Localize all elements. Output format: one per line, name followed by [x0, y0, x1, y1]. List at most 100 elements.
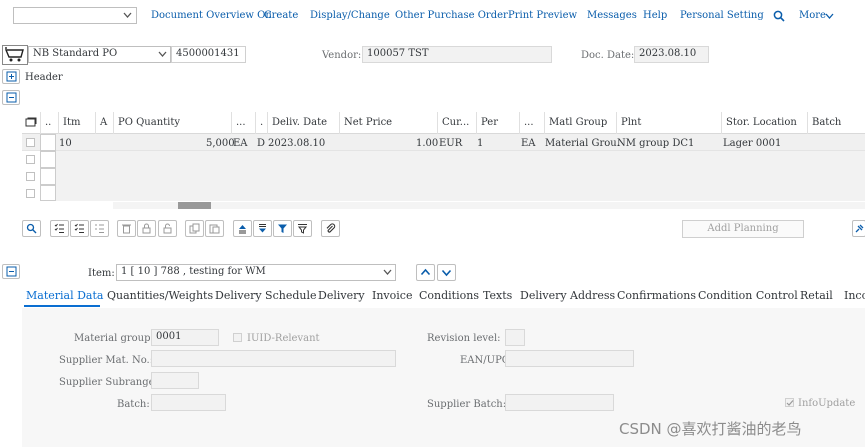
sort-descending-button[interactable] [253, 220, 272, 237]
col-oun[interactable]: ... [519, 112, 544, 134]
item-detail-collapse-button[interactable] [2, 264, 20, 279]
menu-display-change[interactable]: Display/Change [310, 10, 390, 21]
purchase-order-icon[interactable] [2, 45, 28, 65]
copy-button[interactable] [185, 220, 204, 237]
search-icon[interactable] [773, 10, 785, 22]
cell-plant[interactable]: NM group DC1 [617, 138, 694, 149]
menu-create[interactable]: Create [264, 10, 298, 21]
header-label[interactable]: Header [25, 72, 63, 83]
tab-material-data[interactable]: Material Data [26, 289, 103, 302]
vendor-field[interactable]: 100057 TST [362, 46, 552, 63]
row-selector[interactable] [40, 151, 56, 168]
menu-personal-setting[interactable]: Personal Setting [680, 10, 764, 21]
col-batch[interactable]: Batch [807, 112, 865, 134]
addl-planning-label: Addl Planning [707, 223, 779, 234]
items-collapse-button[interactable] [2, 90, 20, 105]
tab-texts[interactable]: Texts [483, 289, 512, 302]
doc-date-value: 2023.08.10 [639, 48, 697, 59]
row-selector[interactable] [40, 134, 56, 151]
row-select-checkbox[interactable] [26, 155, 35, 164]
previous-item-button[interactable] [416, 264, 435, 281]
row-selector[interactable] [40, 185, 56, 201]
tab-confirmations[interactable]: Confirmations [617, 289, 696, 302]
infoupdate-checkbox[interactable] [785, 398, 794, 407]
ean-upc-field[interactable] [505, 350, 634, 367]
menu-more[interactable]: More [799, 10, 826, 21]
tab-retail[interactable]: Retail [800, 289, 833, 302]
col-po-quantity[interactable]: PO Quantity [113, 112, 231, 134]
tab-delivery[interactable]: Delivery [318, 289, 365, 302]
col-plant[interactable]: Plnt [616, 112, 721, 134]
overflow-button[interactable] [852, 220, 865, 237]
menu-dropdown[interactable] [13, 7, 137, 24]
supplier-subrange-field[interactable] [151, 372, 199, 389]
cell-oun[interactable]: EA [521, 138, 536, 149]
sort-ascending-button[interactable] [233, 220, 252, 237]
cell-stor-location[interactable]: Lager 0001 [723, 138, 781, 149]
col-d[interactable]: . [255, 112, 267, 134]
col-itm[interactable]: Itm [58, 112, 95, 134]
col-unit[interactable]: ... [231, 112, 255, 134]
header-expand-button[interactable] [2, 69, 20, 84]
supplier-batch-field[interactable] [505, 394, 614, 411]
select-block-button[interactable] [70, 220, 89, 237]
menu-messages[interactable]: Messages [587, 10, 637, 21]
col-currency[interactable]: Cur... [437, 112, 476, 134]
doc-date-field[interactable]: 2023.08.10 [634, 46, 709, 63]
tab-quantities-weights[interactable]: Quantities/Weights [107, 289, 213, 302]
lock-button[interactable] [137, 220, 156, 237]
next-item-button[interactable] [437, 264, 456, 281]
horizontal-scrollbar[interactable] [113, 202, 865, 209]
revision-level-field[interactable] [505, 329, 525, 346]
select-all-button[interactable] [50, 220, 69, 237]
cell-d[interactable]: D [257, 138, 265, 149]
tab-delivery-schedule[interactable]: Delivery Schedule [215, 289, 317, 302]
cell-net-price[interactable]: 1.00 [416, 138, 438, 149]
batch-field[interactable] [151, 394, 226, 411]
details-button[interactable] [22, 220, 41, 237]
iuid-relevant-checkbox[interactable] [233, 333, 242, 342]
col-deliv-date[interactable]: Deliv. Date [267, 112, 339, 134]
remove-filter-button[interactable] [293, 220, 312, 237]
row-select-checkbox[interactable] [26, 138, 35, 147]
material-group-field[interactable]: 0001 [151, 329, 219, 346]
deselect-all-button[interactable] [90, 220, 109, 237]
grid-settings-icon[interactable] [25, 117, 37, 128]
attachment-button[interactable] [321, 220, 340, 237]
col-a[interactable]: A [95, 112, 113, 134]
col-matl-group[interactable]: Matl Group [544, 112, 616, 134]
cell-currency[interactable]: EUR [439, 138, 462, 149]
cell-unit[interactable]: EA [233, 138, 248, 149]
col-dots[interactable]: .. [40, 112, 58, 134]
row-select-checkbox[interactable] [26, 172, 35, 181]
tab-invoice[interactable]: Invoice [372, 289, 412, 302]
col-per[interactable]: Per [476, 112, 519, 134]
delete-button[interactable] [117, 220, 136, 237]
paste-button[interactable] [205, 220, 224, 237]
cell-qty[interactable]: 5,000 [206, 138, 235, 149]
supplier-mat-no-field[interactable] [151, 350, 396, 367]
addl-planning-button[interactable]: Addl Planning [682, 220, 804, 238]
po-number-field[interactable]: 4500001431 [171, 46, 246, 63]
tab-conditions[interactable]: Conditions [419, 289, 479, 302]
cell-deliv-date[interactable]: 2023.08.10 [268, 138, 325, 149]
filter-button[interactable] [273, 220, 292, 237]
scrollbar-thumb[interactable] [178, 202, 211, 209]
doc-type-select[interactable]: NB Standard PO [28, 46, 171, 63]
menu-document-overview[interactable]: Document Overview On [151, 10, 272, 21]
tab-delivery-address[interactable]: Delivery Address [520, 289, 615, 302]
menu-help[interactable]: Help [643, 10, 667, 21]
col-net-price[interactable]: Net Price [339, 112, 437, 134]
cell-per[interactable]: 1 [477, 138, 483, 149]
unlock-button[interactable] [158, 220, 177, 237]
row-select-checkbox[interactable] [26, 189, 35, 198]
menu-other-po[interactable]: Other Purchase Order [395, 10, 508, 21]
col-stor-location[interactable]: Stor. Location [721, 112, 807, 134]
chevron-down-icon[interactable] [825, 13, 834, 20]
tab-condition-control[interactable]: Condition Control [698, 289, 798, 302]
menu-print-preview[interactable]: Print Preview [508, 10, 577, 21]
row-selector[interactable] [40, 168, 56, 185]
cell-matl-group[interactable]: Material Grou. [545, 138, 620, 149]
item-select[interactable]: 1 [ 10 ] 788 , testing for WM [116, 264, 396, 281]
tab-inco[interactable]: Inco [844, 289, 865, 302]
